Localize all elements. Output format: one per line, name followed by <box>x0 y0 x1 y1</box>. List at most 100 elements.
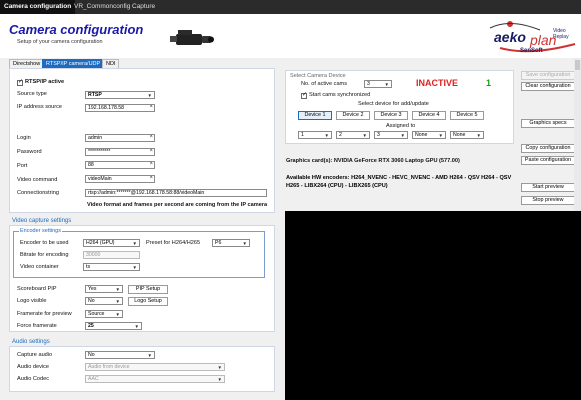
port-input[interactable]: 88 × <box>85 161 155 169</box>
chevron-down-icon: ▼ <box>115 287 120 292</box>
tab-rtsp[interactable]: RTSP/IP camera/UDP <box>42 59 105 68</box>
paste-configuration-button[interactable]: Paste configuration <box>521 156 575 165</box>
scoreboard-label: Scoreboard PIP <box>17 286 57 292</box>
rtsp-active-label: RTSP/IP active <box>25 79 65 85</box>
rtsp-panel: RTSP/IP active Source type RTSP▼ IP addr… <box>9 68 275 213</box>
chevron-down-icon: ▼ <box>134 324 139 329</box>
pip-setup-button[interactable]: PIP Setup <box>128 285 168 294</box>
page-title: Camera configuration <box>9 22 144 37</box>
page-subtitle: Setup of your camera configuration <box>17 39 103 45</box>
start-preview-button[interactable]: Start preview <box>521 183 575 192</box>
tab-vr-commonconfig[interactable]: VR_Commonconfig <box>70 0 134 14</box>
copy-configuration-button[interactable]: Copy configuration <box>521 144 575 153</box>
device-4-button[interactable]: Device 4 <box>412 111 446 120</box>
assigned-label: Assigned to <box>386 123 416 129</box>
tab-ndi[interactable]: NDI <box>102 59 120 68</box>
camera-icon <box>170 30 214 45</box>
select-camera-title: Select Camera Device <box>290 73 346 79</box>
tab-directshow[interactable]: Directshow <box>9 59 45 68</box>
clear-icon[interactable]: × <box>149 176 153 182</box>
sync-label: Start cams synchronized <box>309 92 371 98</box>
preset-select[interactable]: P6 ▼ <box>212 239 250 247</box>
password-input[interactable]: *********** × <box>85 148 155 156</box>
encoder-label: Encoder to be used <box>20 240 69 246</box>
tab-capture[interactable]: Capture <box>128 0 159 14</box>
logo-visible-select[interactable]: No ▼ <box>85 297 123 305</box>
logo-visible-label: Logo visible <box>17 298 47 304</box>
bitrate-input[interactable]: 30000 <box>83 251 140 259</box>
audio-panel: Capture audio No ▼ Audio device Audio fro… <box>9 346 275 392</box>
sync-checkbox[interactable] <box>301 91 307 99</box>
video-capture-panel: Encoder settings Encoder to be used H264… <box>9 225 275 332</box>
audio-codec-label: Audio Codec <box>17 376 50 382</box>
connstring-label: Connectionstring <box>17 190 59 196</box>
source-type-label: Source type <box>17 91 47 97</box>
chevron-down-icon: ▼ <box>217 365 222 370</box>
device-2-button[interactable]: Device 2 <box>336 111 370 120</box>
force-framerate-select[interactable]: 25 ▼ <box>85 322 142 330</box>
audio-settings-title: Audio settings <box>12 339 50 345</box>
scoreboard-select[interactable]: Yes ▼ <box>85 285 123 293</box>
source-type-select[interactable]: RTSP ▼ <box>85 91 155 99</box>
assigned-3-select[interactable]: 3 ▼ <box>374 131 408 139</box>
device-3-button[interactable]: Device 3 <box>374 111 408 120</box>
rtsp-active-checkbox[interactable] <box>17 78 23 86</box>
chevron-down-icon: ▼ <box>147 353 152 358</box>
tab-camera-configuration[interactable]: Camera configuration <box>0 0 76 14</box>
chevron-down-icon: ▼ <box>438 133 443 138</box>
stop-preview-button[interactable]: Stop preview <box>521 196 575 205</box>
password-label: Password <box>17 149 42 155</box>
chevron-down-icon: ▼ <box>132 241 137 246</box>
container-select[interactable]: ts ▼ <box>83 263 140 271</box>
select-device-label: Select device for add/update <box>358 101 429 107</box>
encoders-info: Available HW encoders: H264_NVENC - HEVC… <box>286 175 512 189</box>
encoder-select[interactable]: H264 (GPU) ▼ <box>83 239 140 247</box>
video-command-input[interactable]: videoMain × <box>85 175 155 183</box>
save-configuration-button[interactable]: Save configuration <box>521 71 575 80</box>
audio-device-select[interactable]: Audio from device ▼ <box>85 363 225 371</box>
capture-audio-select[interactable]: No ▼ <box>85 351 155 359</box>
clear-icon[interactable]: × <box>149 162 153 168</box>
clear-icon[interactable]: × <box>149 105 153 111</box>
assigned-5-select[interactable]: None ▼ <box>450 131 484 139</box>
chevron-down-icon: ▼ <box>147 93 152 98</box>
clear-icon[interactable]: × <box>149 149 153 155</box>
chevron-down-icon: ▼ <box>132 265 137 270</box>
video-capture-title: Video capture settings <box>12 218 72 224</box>
ip-input[interactable]: 192.168.178.58 × <box>85 104 155 112</box>
scrollbar[interactable] <box>574 58 581 211</box>
chevron-down-icon: ▼ <box>400 133 405 138</box>
connstring-input[interactable]: rtsp://admin:*******@192.168.178.58:88/v… <box>85 189 267 197</box>
clear-configuration-button[interactable]: Clear configuration <box>521 82 575 91</box>
audio-device-label: Audio device <box>17 364 50 370</box>
assigned-1-select[interactable]: 1 ▼ <box>298 131 332 139</box>
container-label: Video container <box>20 264 59 270</box>
ip-label: IP address source <box>17 104 62 110</box>
active-cams-select[interactable]: 3 ▼ <box>364 80 392 88</box>
clear-icon[interactable]: × <box>149 135 153 141</box>
logo-line-2: SenSoft <box>520 48 543 54</box>
header: Camera configuration Setup of your camer… <box>0 14 581 58</box>
graphics-specs-button[interactable]: Graphics specs <box>521 119 575 128</box>
chevron-down-icon: ▼ <box>476 133 481 138</box>
logo-setup-button[interactable]: Logo Setup <box>128 297 168 306</box>
chevron-down-icon: ▼ <box>242 241 247 246</box>
login-label: Login <box>17 135 31 141</box>
assigned-4-select[interactable]: None ▼ <box>412 131 446 139</box>
active-cams-label: No. of active cams <box>301 81 348 87</box>
audio-codec-select[interactable]: AAC ▼ <box>85 375 225 383</box>
assigned-2-select[interactable]: 2 ▼ <box>336 131 370 139</box>
chevron-down-icon: ▼ <box>115 312 120 317</box>
aekoplan-logo: aeko plan Video Replay SenSoft <box>480 18 580 58</box>
device-1-button[interactable]: Device 1 <box>298 111 332 120</box>
device-5-button[interactable]: Device 5 <box>450 111 484 120</box>
top-tab-bar: Camera configuration VR_Commonconfig Cap… <box>0 0 581 14</box>
force-framerate-label: Force framerate <box>17 323 57 329</box>
framerate-preview-label: Framerate for preview <box>17 311 72 317</box>
logo-brand: aeko <box>494 29 526 45</box>
logo-line-1: Video Replay <box>553 28 569 40</box>
framerate-preview-select[interactable]: Source ▼ <box>85 310 123 318</box>
rtsp-note: Video format and frames per second are c… <box>87 202 268 208</box>
login-input[interactable]: admin × <box>85 134 155 142</box>
scrollbar-thumb[interactable] <box>575 60 580 70</box>
